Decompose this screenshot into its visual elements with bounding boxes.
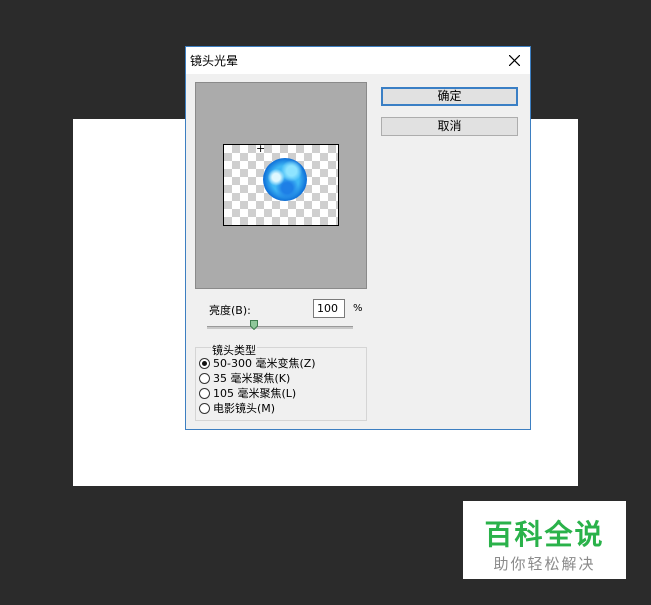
lens-flare-dialog: 镜头光晕 + 确定 取消 亮度(B): 100 % 镜头类型 50-300 毫米…	[185, 46, 531, 430]
flare-preview-image[interactable]: +	[223, 143, 339, 226]
close-icon	[509, 55, 520, 66]
close-button[interactable]	[500, 47, 530, 74]
cancel-button[interactable]: 取消	[381, 117, 518, 136]
flare-center-crosshair[interactable]: +	[256, 143, 265, 154]
radio-button[interactable]	[199, 373, 210, 384]
lens-option-label: 电影镜头(M)	[213, 402, 276, 415]
preview-orb-image	[263, 158, 307, 201]
brightness-input[interactable]: 100	[313, 299, 345, 318]
dialog-title: 镜头光晕	[190, 54, 239, 68]
radio-button[interactable]	[199, 403, 210, 414]
dialog-titlebar[interactable]: 镜头光晕	[186, 47, 530, 74]
watermark-logo: 百科全说 助你轻松解决	[463, 501, 626, 579]
ok-button[interactable]: 确定	[381, 87, 518, 106]
lens-option-label: 105 毫米聚焦(L)	[213, 387, 297, 400]
lens-type-label: 镜头类型	[211, 342, 257, 358]
lens-option-label: 35 毫米聚焦(K)	[213, 372, 291, 385]
radio-button-checked[interactable]	[199, 358, 210, 369]
brightness-slider[interactable]	[207, 326, 353, 329]
slider-thumb-icon[interactable]	[250, 320, 258, 330]
brightness-label: 亮度(B):	[209, 304, 251, 317]
lens-option-label: 50-300 毫米变焦(Z)	[213, 357, 316, 370]
flare-preview-panel: +	[195, 82, 367, 289]
radio-button[interactable]	[199, 388, 210, 399]
watermark-subtitle: 助你轻松解决	[493, 555, 596, 573]
brightness-unit: %	[353, 303, 363, 314]
watermark-title: 百科全说	[484, 518, 605, 551]
